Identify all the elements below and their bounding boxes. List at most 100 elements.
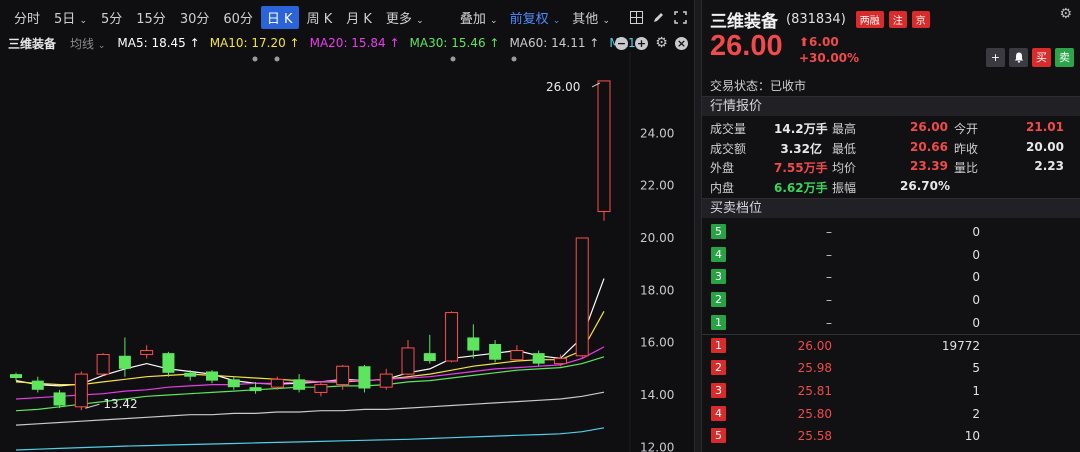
- stat-value: 6.62万手: [774, 180, 828, 195]
- period-tab-daily[interactable]: 日 K: [260, 5, 299, 29]
- adjust-dropdown[interactable]: 前复权 ⌄: [510, 8, 561, 27]
- level-badge: 3: [711, 382, 726, 398]
- section-quotes-header: 行情报价: [702, 96, 1080, 116]
- candle-body: [314, 384, 328, 393]
- candle-body: [379, 373, 393, 388]
- other-dropdown[interactable]: 其他 ⌄: [572, 8, 610, 27]
- gear-icon[interactable]: ⚙: [655, 36, 668, 50]
- level-price: 25.81: [797, 383, 832, 398]
- tag-margin: 两融: [855, 11, 884, 28]
- candle-body: [206, 371, 218, 381]
- buy-button[interactable]: 买: [1032, 48, 1051, 67]
- kline-chart[interactable]: 24.00 22.00 20.00 18.00 16.00 14.00 12.00 26.00…: [0, 52, 694, 452]
- quote-header: 三维装备 (831834) 两融 注 京: [710, 7, 930, 32]
- stat-value: 26.00: [910, 120, 948, 134]
- candle-body: [162, 353, 175, 373]
- minus-icon[interactable]: −: [615, 36, 628, 50]
- bid-row[interactable]: 3 25.81 1: [702, 380, 1080, 403]
- chart-panel: 分时 5日 ⌄ 5分 15分 30分 60分 日 K 周 K 月 K 更多 ⌄ …: [0, 0, 694, 452]
- stat-value: 21.01: [1026, 120, 1064, 134]
- overlay-dropdown[interactable]: 叠加 ⌄: [460, 8, 498, 27]
- tag-exchange: 京: [911, 11, 930, 28]
- ma5-label: MA5: 18.45 ↑: [117, 36, 200, 50]
- level-price: –: [826, 225, 832, 239]
- level-badge: 1: [711, 314, 726, 330]
- chevron-down-icon: ⌄: [602, 15, 610, 26]
- ma-selector[interactable]: 均线 ⌄: [70, 35, 105, 52]
- alert-bell-icon[interactable]: [1009, 48, 1028, 67]
- stats-row: 外盘 7.55万手 均价 23.39 量比 2.23: [702, 157, 1080, 176]
- toolbar-right: 叠加 ⌄ 前复权 ⌄ 其他 ⌄: [460, 0, 688, 34]
- ask-row[interactable]: 3 – 0: [702, 266, 1080, 289]
- level-price: 25.58: [797, 429, 832, 444]
- quote-panel: 三维装备 (831834) 两融 注 京 ⚙ 26.00 ⬆6.00 +30.0…: [702, 0, 1080, 452]
- ma120-line: [15, 427, 605, 451]
- chevron-down-icon: ⌄: [416, 15, 424, 26]
- candle-body: [467, 337, 480, 351]
- change-percent: +30.00%: [799, 51, 860, 65]
- gear-icon[interactable]: ⚙: [1059, 6, 1072, 22]
- period-tab[interactable]: 月 K: [340, 6, 378, 29]
- level-volume: 0: [972, 225, 980, 239]
- y-tick-label: 12.00: [640, 440, 674, 452]
- level-price: –: [826, 315, 832, 330]
- ma-controls: − + ⚙ ×: [608, 34, 688, 52]
- bid-row[interactable]: 4 25.80 2: [702, 403, 1080, 426]
- section-orderbook-header: 买卖档位: [702, 198, 1080, 218]
- level-badge: 5: [711, 428, 726, 444]
- bid-row[interactable]: 1 26.00 19772: [702, 335, 1080, 358]
- bid-row[interactable]: 5 25.58 10: [702, 425, 1080, 448]
- period-tab[interactable]: 60分: [217, 6, 259, 29]
- stat-label: 最高: [832, 122, 857, 136]
- level-price: –: [826, 247, 832, 262]
- period-tab[interactable]: 5分: [95, 6, 128, 29]
- add-watchlist-button[interactable]: +: [986, 48, 1005, 67]
- candle-body: [184, 372, 197, 377]
- period-tab[interactable]: 分时: [8, 6, 46, 29]
- ma20-label: MA20: 15.84 ↑: [309, 36, 400, 50]
- quote-actions: + 买 卖: [982, 48, 1074, 67]
- price-change: ⬆6.00 +30.00%: [799, 34, 859, 66]
- close-icon[interactable]: ×: [675, 36, 688, 50]
- level-volume: 0: [972, 270, 980, 285]
- stat-value: 20.00: [1026, 139, 1064, 154]
- period-tab[interactable]: 30分: [174, 6, 216, 29]
- ask-row[interactable]: 2 – 0: [702, 289, 1080, 312]
- stat-value: 2.23: [1034, 159, 1064, 173]
- panel-divider[interactable]: [694, 0, 702, 452]
- bid-row[interactable]: 2 25.98 5: [702, 357, 1080, 380]
- draw-pen-icon[interactable]: [650, 9, 666, 25]
- ask-row[interactable]: 1 – 0: [702, 312, 1080, 335]
- stock-name: 三维装备: [710, 12, 778, 32]
- stat-label: 昨收: [954, 141, 979, 156]
- marker-dot: [511, 56, 517, 62]
- stat-value: 14.2万手: [774, 122, 828, 136]
- grid-layout-icon[interactable]: [628, 9, 644, 25]
- stats-row: 内盘 6.62万手 振幅 26.70%: [702, 177, 1080, 196]
- candle-body: [10, 374, 22, 379]
- candle-body: [445, 312, 459, 362]
- candle-body: [53, 392, 66, 406]
- candle-body: [358, 366, 371, 389]
- sell-button[interactable]: 卖: [1055, 48, 1074, 67]
- level-badge: 1: [711, 337, 726, 353]
- level-volume: 1: [972, 383, 980, 398]
- period-tab[interactable]: 周 K: [301, 6, 339, 29]
- level-volume: 2: [972, 406, 980, 421]
- fullscreen-icon[interactable]: [672, 9, 688, 25]
- ask-row[interactable]: 4 – 0: [702, 244, 1080, 267]
- level-price: –: [826, 293, 832, 308]
- ask-row[interactable]: 5 – 0: [702, 221, 1080, 244]
- candle-body: [510, 350, 524, 361]
- period-tab-more[interactable]: 更多 ⌄: [380, 6, 430, 29]
- level-badge: 4: [711, 246, 726, 262]
- marker-dot: [274, 56, 280, 62]
- stat-label: 成交额: [710, 141, 747, 156]
- period-tab[interactable]: 5日 ⌄: [48, 6, 93, 29]
- candle-body: [293, 379, 306, 390]
- stat-label: 今开: [954, 122, 979, 136]
- period-tab[interactable]: 15分: [130, 6, 172, 29]
- stat-label: 均价: [832, 161, 857, 175]
- level-volume: 0: [972, 247, 980, 262]
- plus-icon[interactable]: +: [635, 36, 648, 50]
